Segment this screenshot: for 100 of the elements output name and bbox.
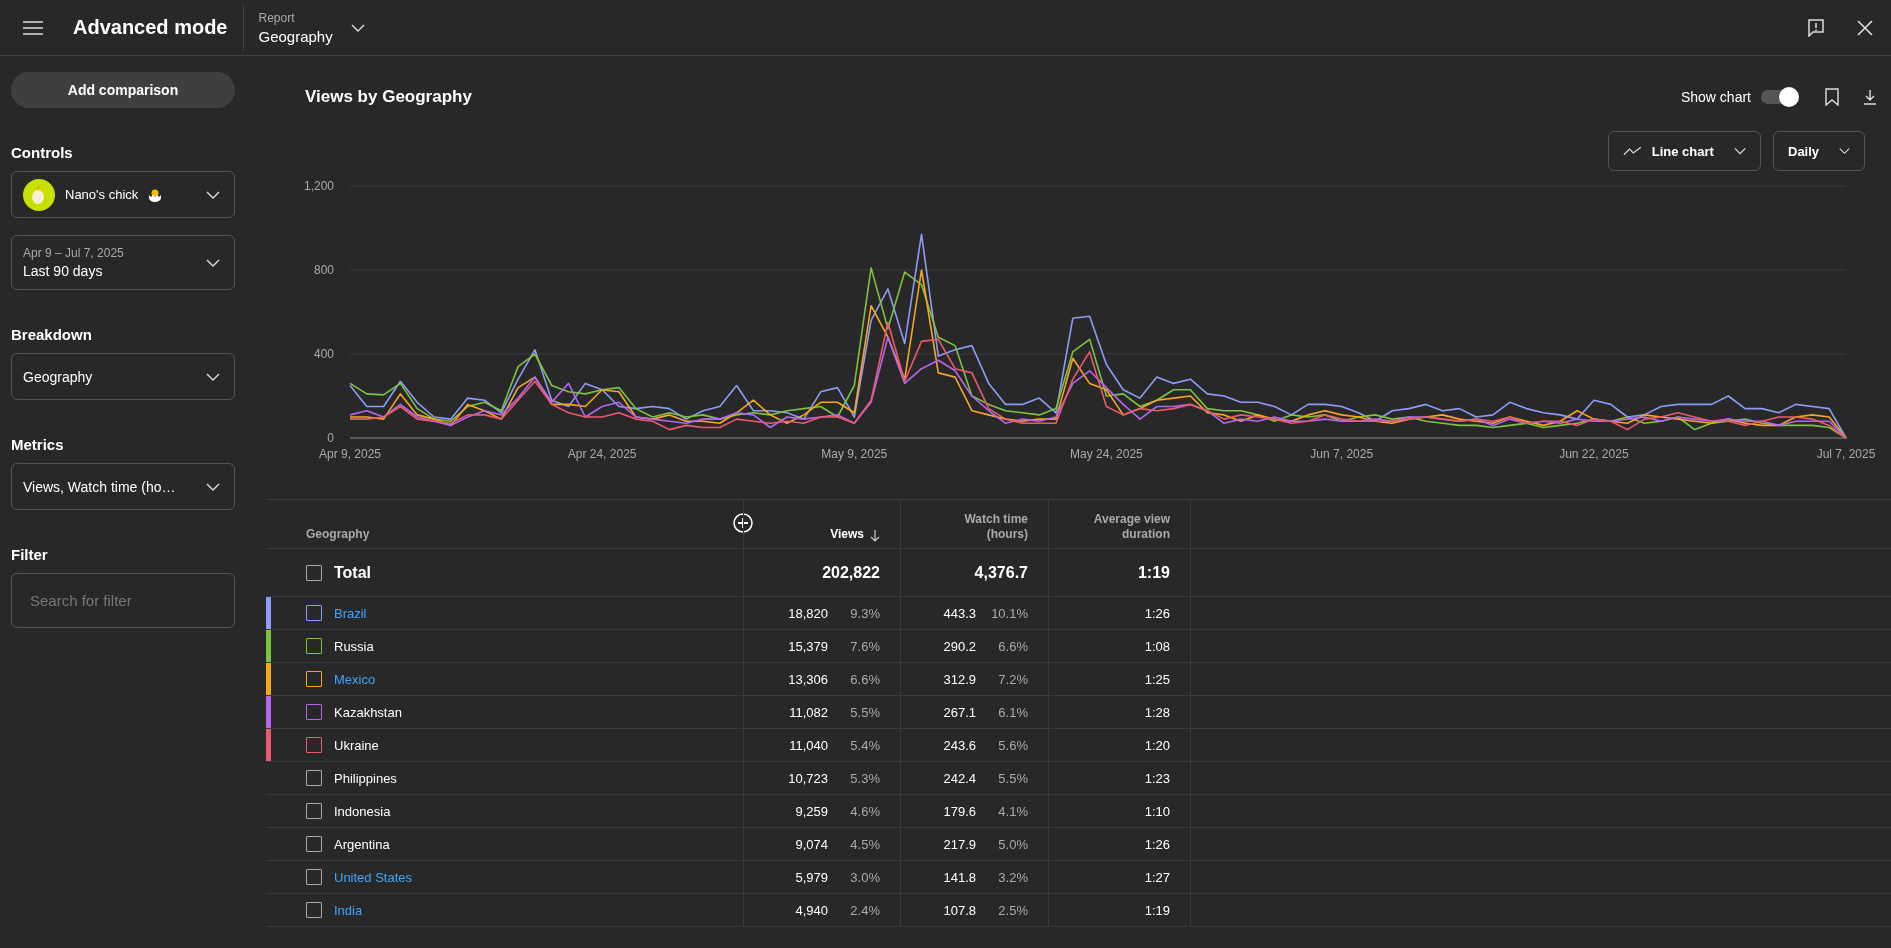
page-title: Advanced mode (73, 16, 228, 39)
checkbox[interactable] (306, 671, 322, 687)
country-name: Russia (334, 638, 374, 654)
chevron-down-icon (206, 482, 220, 491)
add-column-icon[interactable] (733, 513, 753, 533)
chevron-down-icon (206, 258, 220, 267)
breakdown-dropdown[interactable]: Geography (11, 353, 235, 400)
table-cell: 141.8 (943, 869, 976, 885)
table-cell-text: 5.3% (849, 770, 880, 786)
column-header[interactable]: Geography (306, 527, 370, 542)
y-axis-label: 0 (327, 431, 334, 445)
x-axis-label: Jun 7, 2025 (1310, 447, 1374, 461)
table-cell: 5,979 (795, 869, 828, 885)
table-cell: 1:23 (1144, 770, 1170, 786)
table-cell: 202,822 (822, 563, 880, 582)
checkbox[interactable] (306, 770, 322, 786)
download-icon[interactable] (1863, 89, 1877, 105)
chevron-down-icon (1733, 147, 1746, 155)
table-cell: 179.6 (943, 803, 976, 819)
column-header[interactable]: Average view duration (1080, 512, 1170, 542)
table-cell: 1:27 (1144, 869, 1170, 885)
section-label: Breakdown (11, 326, 93, 343)
table-cell-text: 6.6% (997, 638, 1028, 654)
table-cell-text: 5.6% (997, 737, 1028, 753)
table-cell: 10,723 (788, 770, 828, 786)
x-axis-label: Apr 24, 2025 (567, 447, 637, 461)
date-range-dropdown[interactable]: Apr 9 – Jul 7, 2025 Last 90 days (11, 235, 235, 290)
table-cell: 13,306 (788, 671, 828, 687)
country-link[interactable]: United States (334, 869, 413, 885)
table-cell: 1:28 (1144, 704, 1170, 720)
x-axis-label: Jun 22, 2025 (1559, 447, 1629, 461)
chevron-down-icon (206, 372, 220, 381)
bookmark-icon[interactable] (1825, 88, 1839, 106)
table-cell-text: 7.6% (849, 638, 880, 654)
menu-icon[interactable] (23, 20, 43, 35)
country-name: Kazakhstan (334, 704, 402, 720)
x-axis-label: May 24, 2025 (1070, 447, 1143, 461)
table-cell: 1:26 (1144, 605, 1170, 621)
table-cell: 11,040 (789, 737, 828, 753)
country-name: Philippines (334, 770, 397, 786)
section-label: Metrics (11, 436, 65, 453)
table-cell: 4,940 (795, 902, 828, 918)
checkbox[interactable] (306, 638, 322, 654)
feedback-icon[interactable] (1807, 18, 1825, 37)
country-name: Ukraine (334, 737, 379, 753)
table-cell-text: 3.0% (849, 869, 880, 885)
interval-dropdown[interactable]: Daily (1773, 131, 1865, 171)
x-axis-label: Apr 9, 2025 (319, 447, 381, 461)
table-cell-text: 2.5% (997, 902, 1028, 918)
country-name: Argentina (334, 836, 390, 852)
country-link[interactable]: Mexico (334, 671, 376, 687)
table-cell: 11,082 (789, 704, 828, 720)
checkbox[interactable] (306, 605, 322, 621)
chart-title: Views by Geography (305, 87, 472, 107)
checkbox[interactable] (306, 803, 322, 819)
show-chart-toggle[interactable] (1761, 90, 1797, 104)
country-link[interactable]: Brazil (334, 605, 367, 621)
table-cell: 312.9 (943, 671, 976, 687)
x-axis-label: May 9, 2025 (821, 447, 888, 461)
close-icon[interactable] (1857, 19, 1873, 36)
table-cell: 1:26 (1144, 836, 1170, 852)
table-cell: 1:19 (1137, 563, 1170, 582)
table-cell: 9,259 (795, 803, 828, 819)
filter-search-field[interactable]: Search for filter (11, 573, 235, 628)
table-cell-text: 9.3% (849, 605, 880, 621)
table-cell: 1:08 (1144, 638, 1170, 654)
line-chart-icon (1623, 146, 1642, 156)
table-cell: 290.2 (943, 638, 976, 654)
table-cell: 217.9 (943, 836, 976, 852)
report-dropdown[interactable]: Report Geography (258, 10, 333, 45)
checkbox[interactable] (306, 836, 322, 852)
country-name: Indonesia (334, 803, 391, 819)
table-cell-text: 7.2% (997, 671, 1028, 687)
checkbox[interactable] (306, 737, 322, 753)
checkbox[interactable] (306, 902, 322, 918)
table-cell-text: 3.2% (997, 869, 1028, 885)
metrics-dropdown[interactable]: Views, Watch time (ho… (11, 463, 235, 510)
table-cell-text: 4.1% (997, 803, 1028, 819)
table-cell: 4,376.7 (974, 563, 1028, 582)
chart-type-dropdown[interactable]: Line chart (1608, 131, 1761, 171)
column-header[interactable]: Watch time (hours) (938, 512, 1028, 542)
checkbox[interactable] (306, 564, 322, 581)
column-header[interactable]: Views (830, 527, 864, 542)
sort-down-arrow-icon[interactable] (870, 530, 880, 542)
country-link[interactable]: India (334, 902, 363, 918)
table-cell: 18,820 (788, 605, 828, 621)
chevron-down-icon (1839, 147, 1850, 155)
add-comparison-button[interactable]: Add comparison (11, 72, 235, 108)
table-cell-text: 10.1% (990, 605, 1028, 621)
channel-avatar-icon (23, 178, 55, 211)
section-label: Filter (11, 546, 49, 563)
table-cell: 443.3 (943, 605, 976, 621)
checkbox[interactable] (306, 704, 322, 720)
table-cell: 107.8 (943, 902, 976, 918)
checkbox[interactable] (306, 869, 322, 885)
chick-icon (148, 187, 163, 202)
table-cell-text: 2.4% (849, 902, 880, 918)
chevron-down-icon[interactable] (350, 23, 365, 32)
channel-dropdown[interactable]: Nano's chick (11, 171, 235, 218)
table-cell: 15,379 (788, 638, 828, 654)
